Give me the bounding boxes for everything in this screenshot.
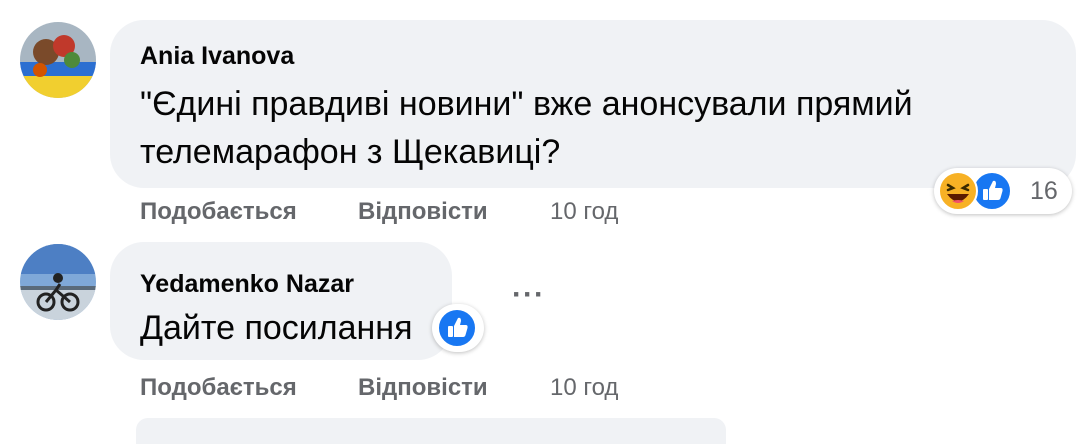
reaction-count: 16 bbox=[1030, 177, 1058, 205]
comment-timestamp[interactable]: 10 год bbox=[550, 374, 618, 402]
comment-actions: Подобається Відповісти 10 год bbox=[140, 198, 740, 230]
comment-author[interactable]: Ania Ivanova bbox=[140, 42, 294, 71]
like-button[interactable]: Подобається bbox=[140, 198, 297, 226]
more-options-icon[interactable]: ··· bbox=[512, 278, 545, 312]
reactions-summary[interactable]: 16 bbox=[934, 168, 1072, 214]
avatar-ania-ivanova[interactable] bbox=[20, 22, 96, 98]
comment-author[interactable]: Yedamenko Nazar bbox=[140, 270, 354, 299]
next-comment-bubble-partial bbox=[136, 418, 726, 444]
like-button[interactable]: Подобається bbox=[140, 374, 297, 402]
haha-icon bbox=[938, 171, 978, 211]
like-icon bbox=[437, 308, 477, 348]
avatar-image bbox=[20, 22, 96, 98]
comment-bubble: Yedamenko Nazar Дайте посилання bbox=[110, 242, 452, 360]
reply-button[interactable]: Відповісти bbox=[358, 198, 488, 226]
comment-timestamp[interactable]: 10 год bbox=[550, 198, 618, 226]
reactions-summary[interactable] bbox=[432, 304, 484, 352]
reply-button[interactable]: Відповісти bbox=[358, 374, 488, 402]
comment-text-line-1: "Єдині правдиві новини" вже анонсували п… bbox=[140, 85, 913, 123]
like-icon bbox=[972, 171, 1012, 211]
comment-bubble: Ania Ivanova "Єдині правдиві новини" вже… bbox=[110, 20, 1076, 188]
comment-text-line-2: телемарафон з Щекавиці? bbox=[140, 133, 561, 171]
avatar-yedamenko-nazar[interactable] bbox=[20, 244, 96, 320]
avatar-image bbox=[20, 244, 96, 320]
comment-text: Дайте посилання bbox=[140, 309, 413, 347]
comment-actions: Подобається Відповісти 10 год bbox=[140, 374, 740, 406]
